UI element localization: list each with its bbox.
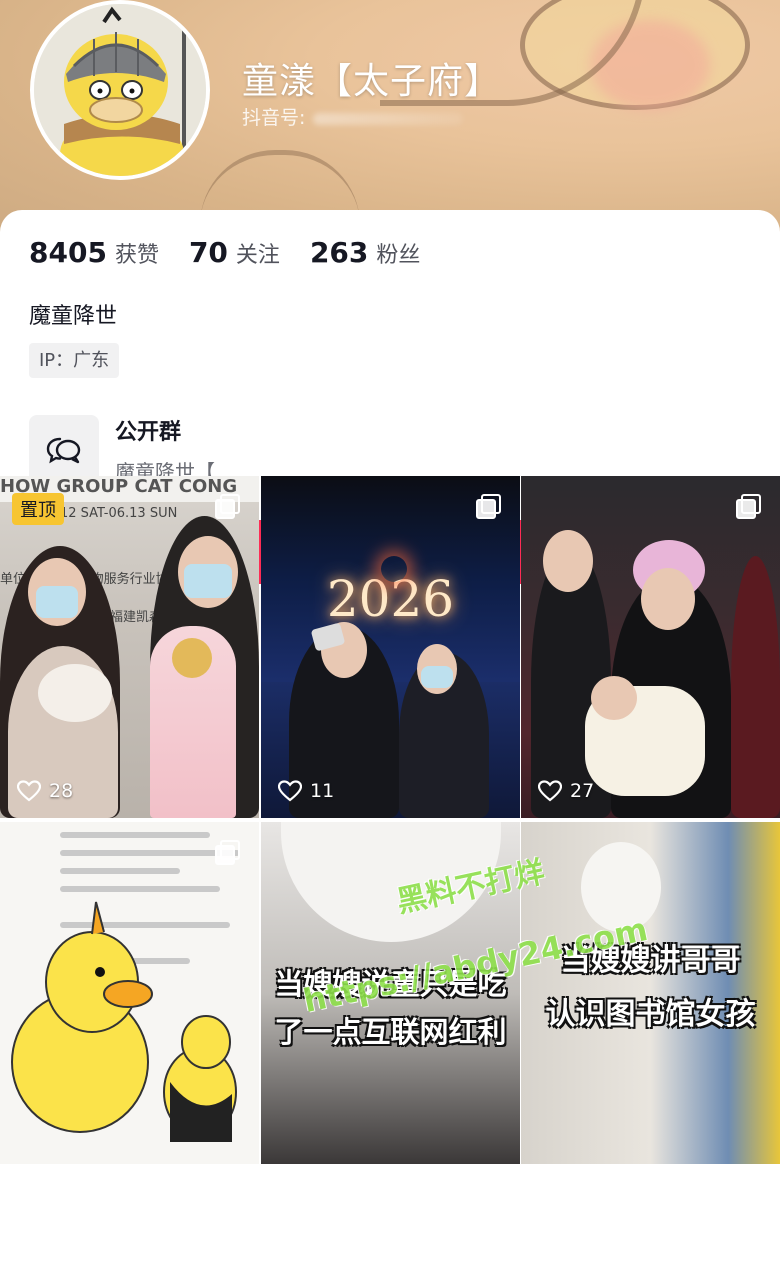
douyin-id-blurred-value <box>313 112 464 125</box>
post-text: 12 SAT-06.13 SUN <box>60 506 178 521</box>
stats-row: 8405 获赞 70 关注 263 粉丝 <box>29 236 450 269</box>
post-tile[interactable] <box>0 822 259 1164</box>
stat-number: 70 <box>188 236 228 269</box>
post-tile[interactable]: HOW GROUP CAT CONG 12 SAT-06.13 SUN 单位 /… <box>0 476 259 818</box>
stat-number: 263 <box>309 236 369 269</box>
heart-icon <box>17 780 41 802</box>
duck-sticker-image <box>11 901 237 1142</box>
username: 童漾【太子府】 <box>242 61 502 102</box>
multi-image-icon <box>215 494 240 519</box>
post-caption-line2: 了一点互联网红利 <box>274 1015 507 1049</box>
post-tile[interactable]: 当嫂嫂讲哥哥 认识图书馆女孩 <box>521 822 780 1164</box>
like-count: 28 <box>17 780 73 802</box>
multi-image-icon <box>215 840 240 865</box>
avatar-psyduck-image <box>34 4 206 176</box>
stat-following[interactable]: 70 关注 <box>189 236 280 269</box>
pinned-badge: 置顶 <box>12 493 64 525</box>
like-count-value: 11 <box>310 780 335 802</box>
post-tile[interactable]: 27 <box>521 476 780 818</box>
heart-icon <box>278 780 302 802</box>
cat-image <box>38 664 112 722</box>
stat-label: 获赞 <box>114 243 159 268</box>
like-count: 11 <box>278 780 334 802</box>
stat-label: 关注 <box>235 243 280 268</box>
bio-text: 魔童降世 <box>29 304 118 329</box>
like-count: 27 <box>538 780 594 802</box>
stat-label: 粉丝 <box>376 243 421 268</box>
avatar[interactable] <box>30 0 210 180</box>
group-title: 公开群 <box>115 420 182 445</box>
ip-location-tag: IP：广东 <box>29 343 120 378</box>
post-tile[interactable]: 2026 11 <box>261 476 520 818</box>
group-chat-icon <box>29 414 99 485</box>
like-count-value: 28 <box>49 780 74 802</box>
multi-image-icon <box>736 494 761 519</box>
like-count-value: 27 <box>570 780 595 802</box>
multi-image-icon <box>476 494 501 519</box>
stat-likes[interactable]: 8405 获赞 <box>29 236 159 269</box>
heart-icon <box>538 780 562 802</box>
public-group-entry[interactable]: 公开群 魔童降世【... <box>29 414 234 485</box>
post-caption-line2: 认识图书馆女孩 <box>545 997 756 1032</box>
stat-followers[interactable]: 263 粉丝 <box>310 236 420 269</box>
douyin-id-label: 抖音号: <box>242 107 306 129</box>
stat-number: 8405 <box>29 236 107 269</box>
douyin-id: 抖音号: <box>242 103 464 130</box>
